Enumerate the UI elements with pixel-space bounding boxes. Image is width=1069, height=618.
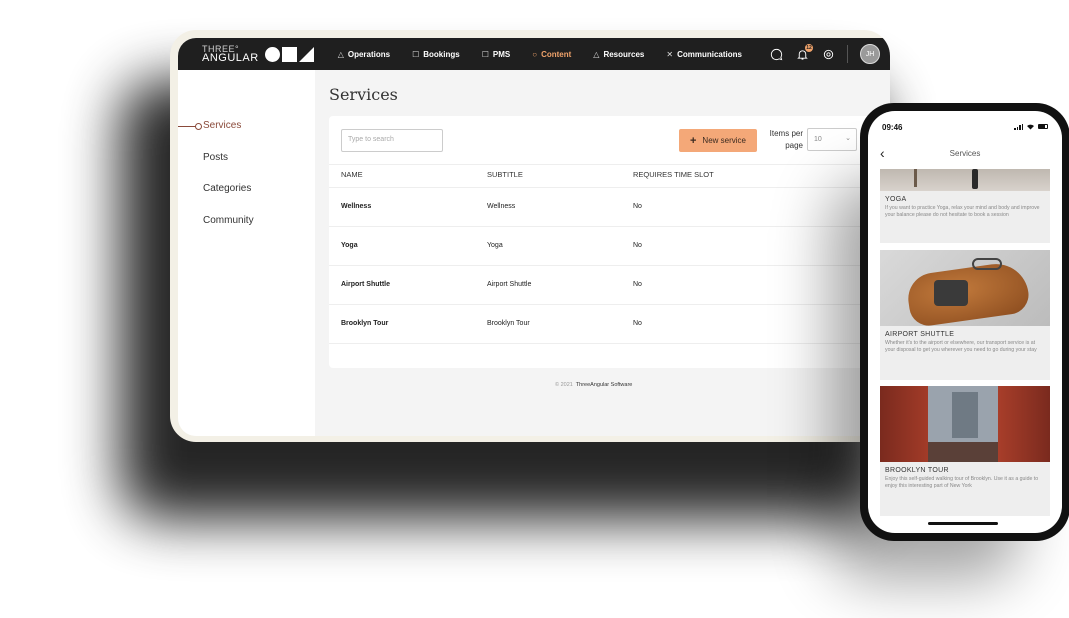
cell-time-slot: No	[633, 242, 642, 249]
chat-icon[interactable]	[769, 47, 783, 61]
cell-subtitle: Brooklyn Tour	[487, 320, 530, 327]
tablet-screen: THREE° ANGULAR △ Operations ☐ Bookings ☐ PM…	[178, 38, 890, 436]
nav-resources[interactable]: △ Resources	[593, 50, 644, 59]
sidebar: Services Posts Categories Community	[178, 70, 315, 436]
footer: © 2021 ThreeAngular Software	[555, 382, 632, 388]
airport-shuttle-image	[880, 250, 1050, 326]
phone-screen: 09:46 ‹ Services YOGA If you want to pra…	[868, 111, 1062, 533]
cell-time-slot: No	[633, 320, 642, 327]
sidebar-item-categories[interactable]: Categories	[203, 183, 251, 194]
cell-name: Wellness	[341, 203, 372, 210]
sidebar-item-services[interactable]: Services	[203, 120, 241, 131]
status-time: 09:46	[882, 123, 903, 132]
gear-icon[interactable]	[821, 47, 835, 61]
brand-wordmark: THREE° ANGULAR	[202, 45, 259, 64]
card-title: YOGA	[885, 196, 907, 203]
nav-label: Operations	[347, 49, 391, 59]
new-service-button[interactable]: + New service	[679, 129, 757, 152]
phone-page-title: Services	[949, 149, 981, 158]
items-per-page-select[interactable]: 10 ⌄	[807, 128, 857, 151]
triangle-icon: △	[593, 49, 600, 59]
nav-communications[interactable]: ✕ Communications	[666, 50, 742, 59]
cell-subtitle: Yoga	[487, 242, 503, 249]
avatar[interactable]: JH	[860, 44, 880, 64]
top-navbar: THREE° ANGULAR △ Operations ☐ Bookings ☐ PM…	[178, 38, 890, 70]
search-input[interactable]: Type to search	[341, 129, 443, 152]
nav-bookings[interactable]: ☐ Bookings	[412, 50, 460, 59]
divider	[847, 45, 848, 63]
status-icons	[1014, 123, 1048, 130]
top-actions: 12 JH	[769, 44, 880, 64]
card-description: Enjoy this self-guided walking tour of B…	[885, 476, 1039, 489]
logo-shapes	[264, 46, 314, 62]
signal-icon	[1014, 123, 1023, 130]
items-per-page-value: 10	[814, 136, 822, 143]
card-title: AIRPORT SHUTTLE	[885, 331, 955, 338]
battery-icon	[1038, 124, 1048, 129]
service-card-airport-shuttle[interactable]: AIRPORT SHUTTLE Whether it's to the airp…	[880, 250, 1050, 380]
sidebar-item-posts[interactable]: Posts	[203, 152, 228, 163]
footer-copyright: © 2021	[555, 382, 573, 388]
chevron-down-icon: ⌄	[845, 135, 851, 142]
column-header-name[interactable]: NAME	[341, 170, 363, 179]
brooklyn-tour-image	[880, 386, 1050, 462]
nav-label: Bookings	[423, 49, 460, 59]
nav-pms[interactable]: ☐ PMS	[482, 50, 511, 59]
nav-label: Content	[541, 49, 572, 59]
brand-logo[interactable]: THREE° ANGULAR	[202, 45, 314, 64]
services-card: Type to search + New service Items per p…	[329, 116, 889, 368]
table-row[interactable]: Wellness Wellness No •••	[329, 187, 889, 226]
cell-name: Brooklyn Tour	[341, 320, 389, 327]
tablet-frame: THREE° ANGULAR △ Operations ☐ Bookings ☐ PM…	[170, 30, 890, 442]
table-row[interactable]: Yoga Yoga No •••	[329, 226, 889, 265]
logo-circle	[264, 46, 280, 62]
nav-label: Resources	[603, 49, 645, 59]
cell-name: Yoga	[341, 242, 358, 249]
nav-label: PMS	[492, 49, 511, 59]
column-header-time-slot[interactable]: REQUIRES TIME SLOT	[633, 170, 714, 179]
plus-icon: +	[689, 134, 697, 147]
card-title: BROOKLYN TOUR	[885, 467, 949, 474]
page-title: Services	[329, 85, 398, 104]
square-icon: ☐	[481, 49, 489, 59]
nav-label: Communications	[677, 49, 742, 59]
phone-frame: 09:46 ‹ Services YOGA If you want to pra…	[860, 103, 1069, 541]
cell-time-slot: No	[633, 203, 642, 210]
triangle-icon: △	[337, 49, 344, 59]
logo-triangle	[298, 46, 314, 62]
service-card-brooklyn-tour[interactable]: BROOKLYN TOUR Enjoy this self-guided wal…	[880, 386, 1050, 516]
cross-icon: ✕	[666, 49, 674, 59]
nav-content[interactable]: ○ Content	[532, 50, 571, 59]
column-header-subtitle[interactable]: SUBTITLE	[487, 170, 523, 179]
service-card-yoga[interactable]: YOGA If you want to practice Yoga, relax…	[880, 169, 1050, 243]
logo-square	[281, 46, 297, 62]
bell-icon[interactable]: 12	[795, 44, 813, 61]
sidebar-item-community[interactable]: Community	[203, 215, 254, 226]
main-nav: △ Operations ☐ Bookings ☐ PMS ○ Content △ Res…	[338, 50, 742, 59]
brand-line-2: ANGULAR	[202, 52, 259, 64]
circle-icon: ○	[532, 49, 538, 59]
header-divider	[329, 164, 889, 165]
active-marker	[178, 123, 202, 130]
cell-name: Airport Shuttle	[341, 281, 390, 288]
card-description: Whether it's to the airport or elsewhere…	[885, 340, 1037, 353]
footer-company: ThreeAngular Software	[575, 382, 633, 388]
home-indicator	[928, 522, 998, 525]
main-content: Services Type to search + New service It…	[315, 70, 890, 436]
table-row[interactable]: Brooklyn Tour Brooklyn Tour No •••	[329, 304, 889, 343]
notification-badge: 12	[805, 44, 813, 52]
cell-subtitle: Wellness	[487, 203, 516, 210]
items-per-page-label: Items per page	[769, 129, 803, 150]
card-description: If you want to practice Yoga, relax your…	[885, 205, 1040, 218]
table-bottom-divider	[329, 343, 889, 344]
square-icon: ☐	[412, 49, 420, 59]
nav-operations[interactable]: △ Operations	[338, 50, 390, 59]
new-service-label: New service	[702, 136, 746, 145]
cell-subtitle: Airport Shuttle	[487, 281, 532, 288]
cell-time-slot: No	[633, 281, 642, 288]
table-row[interactable]: Airport Shuttle Airport Shuttle No •••	[329, 265, 889, 304]
wifi-icon	[1027, 124, 1034, 130]
yoga-image	[880, 169, 1050, 191]
